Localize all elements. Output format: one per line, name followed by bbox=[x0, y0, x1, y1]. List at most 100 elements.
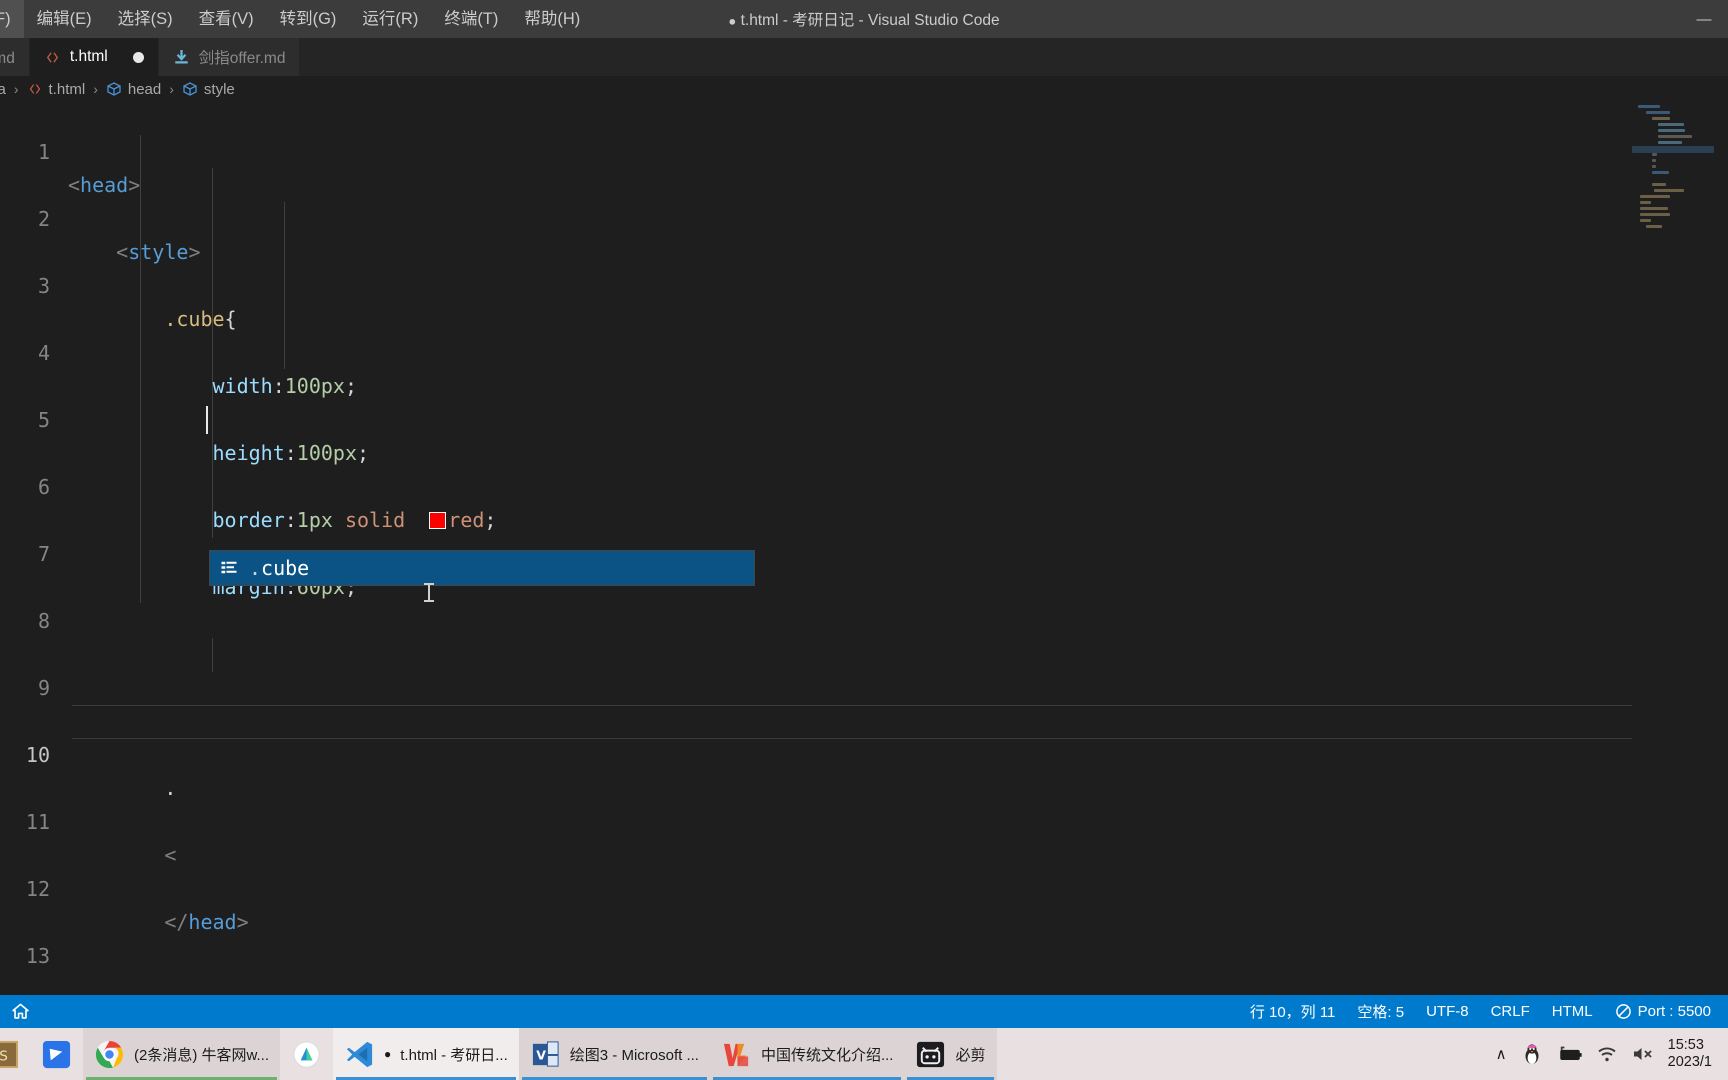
code-line[interactable]: 4 width:100px; bbox=[0, 303, 1728, 399]
minimap-line bbox=[1652, 183, 1666, 186]
minimap-line bbox=[1658, 129, 1685, 132]
chrome-icon bbox=[94, 1039, 125, 1070]
svg-text:S: S bbox=[0, 1048, 8, 1064]
circle-app-icon bbox=[291, 1039, 322, 1070]
status-bar: 行 10，列 11 空格: 5 UTF-8 CRLF HTML Port : 5… bbox=[0, 995, 1728, 1028]
code-line[interactable]: 11 < bbox=[0, 772, 1728, 868]
tab-label: t.html bbox=[69, 48, 108, 65]
code-line[interactable]: 1 <head> bbox=[0, 102, 1728, 198]
taskbar-visio[interactable]: V 绘图3 - Microsoft ... bbox=[518, 1028, 710, 1080]
suggest-widget[interactable]: .cube bbox=[209, 550, 755, 586]
live-server-port[interactable]: Port : 5500 bbox=[1604, 995, 1722, 1028]
minimap-line bbox=[1658, 141, 1682, 144]
code-line[interactable]: 14 <body> bbox=[0, 973, 1728, 995]
menu-run[interactable]: 运行(R) bbox=[349, 0, 431, 38]
wifi-icon[interactable] bbox=[1596, 1045, 1618, 1063]
windows-taskbar: S (2条消息) 牛客网w... ● t.html - 考研日... V 绘图3… bbox=[0, 1028, 1728, 1080]
minimap-line bbox=[1652, 153, 1657, 156]
suggest-item-prefix: . bbox=[249, 556, 262, 580]
code-line-current[interactable]: 10 . bbox=[0, 705, 1728, 800]
eol[interactable]: CRLF bbox=[1480, 995, 1541, 1028]
breadcrumb-item-head[interactable]: head bbox=[104, 81, 163, 98]
taskbar-foxmail[interactable] bbox=[30, 1028, 83, 1080]
menu-selection[interactable]: 选择(S) bbox=[105, 0, 186, 38]
menu-file[interactable]: F) bbox=[0, 0, 24, 38]
taskbar-label: 绘图3 - Microsoft ... bbox=[569, 1046, 699, 1064]
taskbar-app-circle[interactable] bbox=[280, 1028, 333, 1080]
taskbar-chrome[interactable]: (2条消息) 牛客网w... bbox=[83, 1028, 281, 1080]
menu-terminal[interactable]: 终端(T) bbox=[431, 0, 511, 38]
cursor-position[interactable]: 行 10，列 11 bbox=[1239, 995, 1347, 1028]
line-number: 9 bbox=[37, 675, 50, 700]
battery-icon[interactable] bbox=[1557, 1045, 1583, 1063]
minimap-line bbox=[1638, 105, 1660, 108]
tab-t-html[interactable]: t.html bbox=[29, 38, 159, 76]
symbol-snippet-icon bbox=[219, 558, 239, 578]
line-number: 2 bbox=[37, 206, 50, 231]
taskbar-label: 中国传统文化介绍... bbox=[760, 1046, 894, 1064]
line-number: 3 bbox=[37, 273, 50, 298]
line-number: 4 bbox=[37, 340, 50, 365]
minimap-line bbox=[1640, 207, 1668, 210]
svg-text:V: V bbox=[536, 1047, 546, 1062]
foxmail-icon bbox=[41, 1039, 72, 1070]
minimap-selection-highlight bbox=[1632, 146, 1714, 153]
tab-mianjing-md[interactable]: 面经.md bbox=[0, 38, 30, 76]
line-number: 7 bbox=[37, 541, 50, 566]
line-number: 12 bbox=[25, 876, 50, 901]
breadcrumb: va › t.html › head › bbox=[0, 76, 1728, 102]
code-lines: 1 <head> 2 <style> 3 .cube{ 4 width:100p… bbox=[0, 102, 1728, 968]
breadcrumb-label: style bbox=[203, 80, 235, 98]
code-line[interactable]: 5 height:100px; bbox=[0, 370, 1728, 466]
no-entry-icon bbox=[1615, 1003, 1632, 1020]
menu-view[interactable]: 查看(V) bbox=[186, 0, 267, 38]
menu-edit[interactable]: 编辑(E) bbox=[24, 0, 105, 38]
taskbar-vscode[interactable]: ● t.html - 考研日... bbox=[333, 1028, 519, 1080]
line-number: 8 bbox=[37, 608, 50, 633]
line-number: 13 bbox=[25, 943, 50, 968]
taskbar-dirty-indicator: ● bbox=[384, 1047, 392, 1061]
breadcrumb-item-style[interactable]: style bbox=[180, 81, 237, 98]
code-line[interactable]: 7 margin:60px; bbox=[0, 504, 1728, 600]
editor-minimap[interactable] bbox=[1632, 102, 1714, 995]
breadcrumb-separator: › bbox=[93, 81, 98, 97]
editor-tab-bar: 面经.md t.html 剑指offer.md bbox=[0, 38, 1728, 76]
tab-dirty-indicator[interactable] bbox=[132, 51, 144, 63]
breadcrumb-item-folder[interactable]: va bbox=[0, 81, 8, 98]
taskbar-app-unknown[interactable]: S bbox=[0, 1028, 30, 1080]
html-icon bbox=[27, 81, 43, 97]
minimap-line bbox=[1646, 111, 1670, 114]
minimize-button[interactable]: — bbox=[1680, 0, 1728, 38]
breadcrumb-item-file[interactable]: t.html bbox=[25, 81, 88, 98]
penguin-icon[interactable] bbox=[1520, 1042, 1544, 1066]
code-editor[interactable]: 1 <head> 2 <style> 3 .cube{ 4 width:100p… bbox=[0, 102, 1728, 995]
taskbar-bijian[interactable]: 必剪 bbox=[904, 1028, 997, 1080]
visio-icon: V bbox=[530, 1039, 561, 1070]
code-line[interactable]: 3 .cube{ bbox=[0, 236, 1728, 332]
indentation[interactable]: 空格: 5 bbox=[1346, 995, 1415, 1028]
code-line[interactable]: 2 <style> bbox=[0, 169, 1728, 265]
window-dirty-indicator: ● bbox=[728, 13, 737, 29]
editor-vertical-scrollbar[interactable] bbox=[1714, 102, 1728, 995]
code-line[interactable]: 13 bbox=[0, 906, 1728, 968]
markdown-icon bbox=[173, 49, 190, 66]
code-line[interactable]: 6 border:1px solid red; bbox=[0, 437, 1728, 533]
tray-expand-chevron-icon[interactable]: ∧ bbox=[1496, 1045, 1507, 1063]
menu-help[interactable]: 帮助(H) bbox=[511, 0, 593, 38]
minimap-line bbox=[1658, 123, 1684, 126]
taskbar-wps[interactable]: 中国传统文化介绍... bbox=[709, 1028, 905, 1080]
encoding[interactable]: UTF-8 bbox=[1415, 995, 1480, 1028]
taskbar-clock[interactable]: 15:53 2023/1 bbox=[1668, 1037, 1712, 1071]
tab-label: 面经.md bbox=[0, 50, 15, 67]
html-icon bbox=[44, 49, 61, 66]
line-number: 6 bbox=[37, 474, 50, 499]
volume-muted-icon[interactable] bbox=[1631, 1045, 1655, 1063]
language-mode[interactable]: HTML bbox=[1541, 995, 1604, 1028]
menu-go[interactable]: 转到(G) bbox=[267, 0, 350, 38]
remote-host-button[interactable] bbox=[0, 995, 41, 1028]
mouse-cursor-ibeam bbox=[424, 583, 434, 602]
code-line[interactable]: 9 } bbox=[0, 638, 1728, 734]
minimap-line bbox=[1658, 135, 1692, 138]
tab-jianzhi-offer-md[interactable]: 剑指offer.md bbox=[158, 38, 301, 76]
code-line[interactable]: 12 </head> bbox=[0, 839, 1728, 935]
